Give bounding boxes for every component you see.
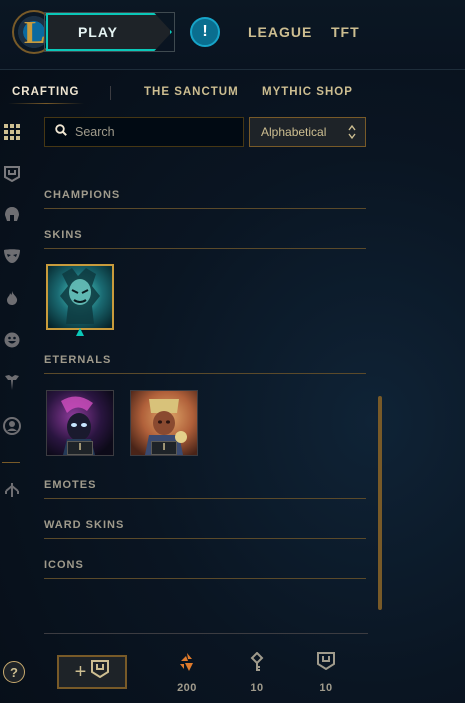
helmet-icon[interactable]: [2, 204, 22, 224]
chest-icon[interactable]: [2, 164, 22, 184]
currency-chests[interactable]: 10: [306, 652, 346, 694]
eternal-tier-badge: I: [151, 441, 177, 455]
top-bar: L PLAY ! LEAGUE TFT: [0, 0, 465, 70]
section-divider: [44, 498, 366, 499]
eternal-tier-badge: I: [67, 441, 93, 455]
nav-tft[interactable]: TFT: [331, 24, 360, 40]
section-divider: [44, 373, 366, 374]
chevron-updown-icon: [348, 124, 356, 145]
orange-essence-icon: [177, 653, 197, 676]
ward-icon[interactable]: [2, 372, 22, 392]
split-arrow-icon[interactable]: [2, 480, 22, 500]
eternal-tile[interactable]: I: [130, 390, 198, 456]
tab-the-sanctum[interactable]: THE SANCTUM: [144, 86, 239, 98]
footer-divider: [44, 633, 368, 634]
section-title-icons: ICONS: [44, 559, 84, 571]
tab-mythic-shop[interactable]: MYTHIC SHOP: [262, 86, 353, 98]
section-title-skins: SKINS: [44, 229, 83, 241]
sub-navigation: CRAFTING THE SANCTUM MYTHIC SHOP: [0, 86, 465, 106]
section-icons[interactable]: ICONS: [44, 559, 366, 579]
section-divider: [44, 248, 366, 249]
sort-selected-value: Alphabetical: [261, 125, 327, 139]
chest-icon: [317, 652, 335, 674]
section-champions[interactable]: CHAMPIONS: [44, 189, 366, 209]
skin-tile[interactable]: [46, 264, 114, 330]
flame-icon[interactable]: [2, 288, 22, 308]
active-tab-underline: [8, 103, 84, 104]
eternal-tile[interactable]: I: [46, 390, 114, 456]
currency-orange-essence[interactable]: 200: [167, 652, 207, 694]
grid-icon[interactable]: [2, 122, 22, 142]
logo-letter: L: [24, 14, 46, 50]
orange-essence-value: 200: [177, 682, 197, 694]
selected-indicator-icon: [75, 324, 85, 342]
section-divider: [44, 208, 366, 209]
section-divider: [44, 578, 366, 579]
mask-icon[interactable]: [2, 246, 22, 266]
profile-icon[interactable]: [2, 416, 22, 436]
play-button[interactable]: PLAY: [46, 13, 172, 51]
nav-league[interactable]: LEAGUE: [248, 24, 312, 40]
add-chest-button[interactable]: +: [57, 655, 127, 689]
section-title-emotes: EMOTES: [44, 479, 97, 491]
search-placeholder: Search: [75, 125, 115, 139]
tab-crafting[interactable]: CRAFTING: [12, 86, 79, 98]
sidebar-divider: [2, 462, 20, 463]
smiley-icon[interactable]: [2, 330, 22, 350]
scrollbar-thumb[interactable]: [378, 396, 382, 610]
currency-keys[interactable]: 10: [237, 651, 277, 694]
section-emotes[interactable]: EMOTES: [44, 479, 366, 499]
section-divider: [44, 538, 366, 539]
chest-icon: [91, 660, 110, 684]
chest-value: 10: [319, 682, 333, 694]
key-icon: [249, 651, 265, 676]
section-title-champions: CHAMPIONS: [44, 189, 121, 201]
section-title-eternals: ETERNALS: [44, 354, 112, 366]
section-eternals[interactable]: ETERNALS: [44, 354, 366, 374]
help-button[interactable]: ?: [3, 661, 25, 683]
subnav-divider: [110, 86, 111, 100]
skin-artwork: [48, 266, 112, 328]
key-value: 10: [250, 682, 264, 694]
sort-dropdown[interactable]: Alphabetical: [249, 117, 366, 147]
plus-icon: +: [74, 660, 87, 683]
search-icon: [55, 123, 67, 141]
alert-icon[interactable]: !: [190, 17, 220, 47]
section-skins[interactable]: SKINS: [44, 229, 366, 249]
section-title-ward-skins: WARD SKINS: [44, 519, 125, 531]
search-input[interactable]: Search: [44, 117, 244, 147]
section-ward-skins[interactable]: WARD SKINS: [44, 519, 366, 539]
